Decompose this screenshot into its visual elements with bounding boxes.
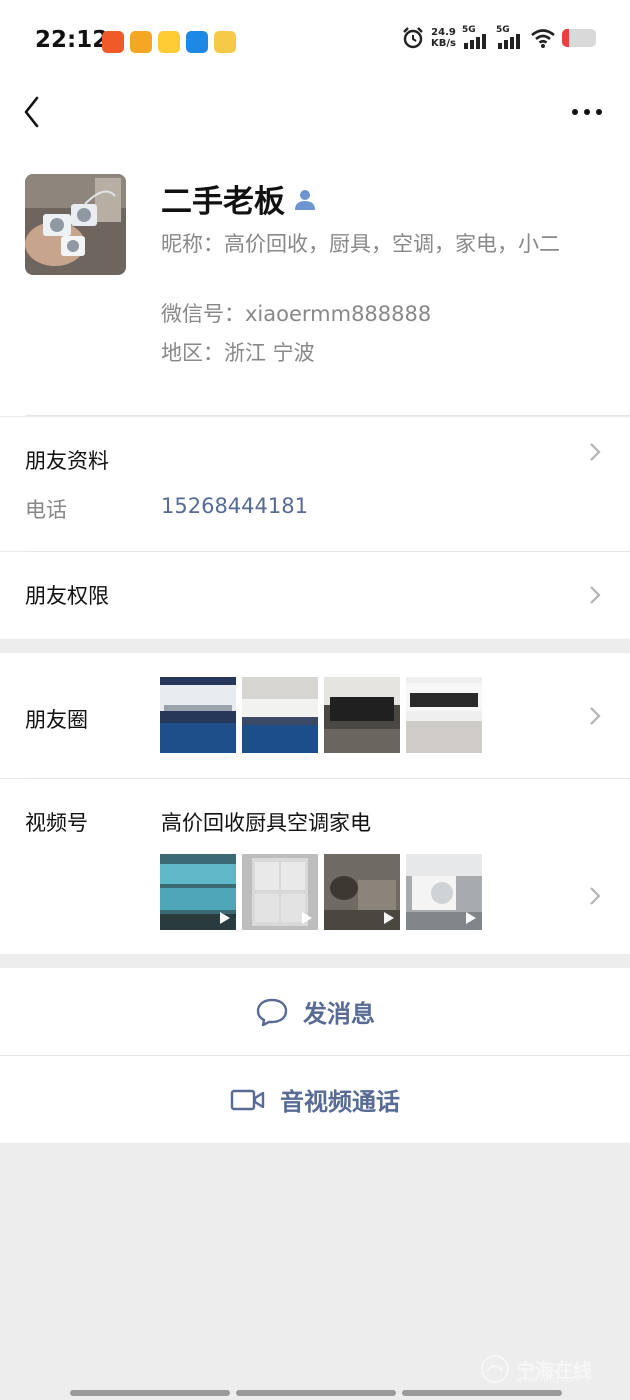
moments-row[interactable]: 朋友圈 xyxy=(0,653,630,778)
channel-video-thumbnail[interactable] xyxy=(324,854,400,930)
friend-permissions-title: 朋友权限 xyxy=(25,584,109,608)
network-speed: 24.9 KB/s xyxy=(431,27,456,49)
watermark-logo: 宁海在线 www.nhzj.com xyxy=(480,1354,592,1385)
chevron-right-icon xyxy=(590,707,601,725)
network-speed-unit: KB/s xyxy=(431,38,456,49)
network-speed-value: 24.9 xyxy=(431,27,456,38)
region: 地区：浙江 宁波 xyxy=(161,341,315,365)
more-options-icon[interactable] xyxy=(570,102,604,122)
alarm-icon xyxy=(403,27,423,49)
avatar[interactable] xyxy=(25,174,126,275)
game-app-icon xyxy=(214,31,236,53)
watermark-logo-icon xyxy=(481,1355,509,1383)
video-app-icon xyxy=(130,31,152,53)
notification-app-icons xyxy=(102,31,236,53)
moment-photo-thumbnail xyxy=(406,677,482,753)
contact-name: 二手老板 xyxy=(161,184,285,220)
chevron-right-icon xyxy=(590,586,601,604)
watermark-url: www.nhzj.com xyxy=(516,1375,581,1385)
play-icon xyxy=(220,912,230,924)
profile-card: 二手老板 昵称：高价回收，厨具，空调，家电，小二 微信号：xiaoermm888… xyxy=(0,152,630,416)
friend-permissions-row[interactable]: 朋友权限 xyxy=(0,552,630,639)
phone-label: 电话 xyxy=(25,498,67,522)
video-call-button[interactable]: 音视频通话 xyxy=(0,1056,630,1143)
channel-name: 高价回收厨具空调家电 xyxy=(161,811,371,835)
wechat-id: 微信号：xiaoermm888888 xyxy=(161,302,432,326)
moment-photo-thumbnail xyxy=(160,677,236,753)
home-indicator xyxy=(70,1390,562,1396)
play-icon xyxy=(384,912,394,924)
home-indicator-segment xyxy=(70,1390,230,1396)
channel-video-thumbnail[interactable] xyxy=(242,854,318,930)
sim1-signal-icon: 5G xyxy=(462,25,490,49)
divider xyxy=(25,415,630,416)
send-message-label: 发消息 xyxy=(303,1000,375,1028)
status-bar: 22:12 24.9 KB/s 5G 5G xyxy=(0,0,630,80)
status-time: 22:12 xyxy=(35,27,109,53)
back-arrow-icon[interactable] xyxy=(18,94,48,130)
send-message-button[interactable]: 发消息 xyxy=(0,968,630,1055)
chevron-right-icon xyxy=(590,443,601,461)
play-icon xyxy=(466,912,476,924)
chevron-right-icon xyxy=(590,887,601,905)
status-indicators: 24.9 KB/s 5G 5G xyxy=(401,25,596,50)
moments-thumbnails xyxy=(160,677,482,753)
video-call-label: 音视频通话 xyxy=(280,1088,400,1116)
top-navigation-bar xyxy=(0,80,630,152)
home-indicator-segment xyxy=(402,1390,562,1396)
channels-row[interactable]: 视频号 高价回收厨具空调家电 xyxy=(0,779,630,954)
video-camera-icon xyxy=(230,1089,265,1110)
channels-title: 视频号 xyxy=(25,811,88,835)
moments-title: 朋友圈 xyxy=(25,708,88,732)
sim2-signal-icon: 5G xyxy=(496,25,524,49)
sim1-label: 5G xyxy=(462,25,476,35)
wifi-icon xyxy=(531,29,555,48)
moment-photo-thumbnail xyxy=(242,677,318,753)
home-indicator-segment xyxy=(236,1390,396,1396)
friend-info-title: 朋友资料 xyxy=(25,449,109,473)
battery-icon xyxy=(562,29,596,47)
taobao-app-icon xyxy=(102,31,124,53)
nickname: 昵称：高价回收，厨具，空调，家电，小二 xyxy=(161,232,560,256)
chat-bubble-icon xyxy=(256,998,288,1026)
shopping-app-icon xyxy=(158,31,180,53)
channel-video-thumbnails xyxy=(160,854,482,930)
channel-video-thumbnail[interactable] xyxy=(406,854,482,930)
name-row: 二手老板 xyxy=(161,176,317,221)
blue-app-icon xyxy=(186,31,208,53)
moment-photo-thumbnail xyxy=(324,677,400,753)
person-gender-icon xyxy=(295,189,315,210)
friend-info-row[interactable]: 朋友资料 电话 15268444181 xyxy=(0,417,630,551)
sim2-label: 5G xyxy=(496,25,510,35)
phone-number-link[interactable]: 15268444181 xyxy=(161,494,308,518)
play-icon xyxy=(302,912,312,924)
channel-video-thumbnail[interactable] xyxy=(160,854,236,930)
